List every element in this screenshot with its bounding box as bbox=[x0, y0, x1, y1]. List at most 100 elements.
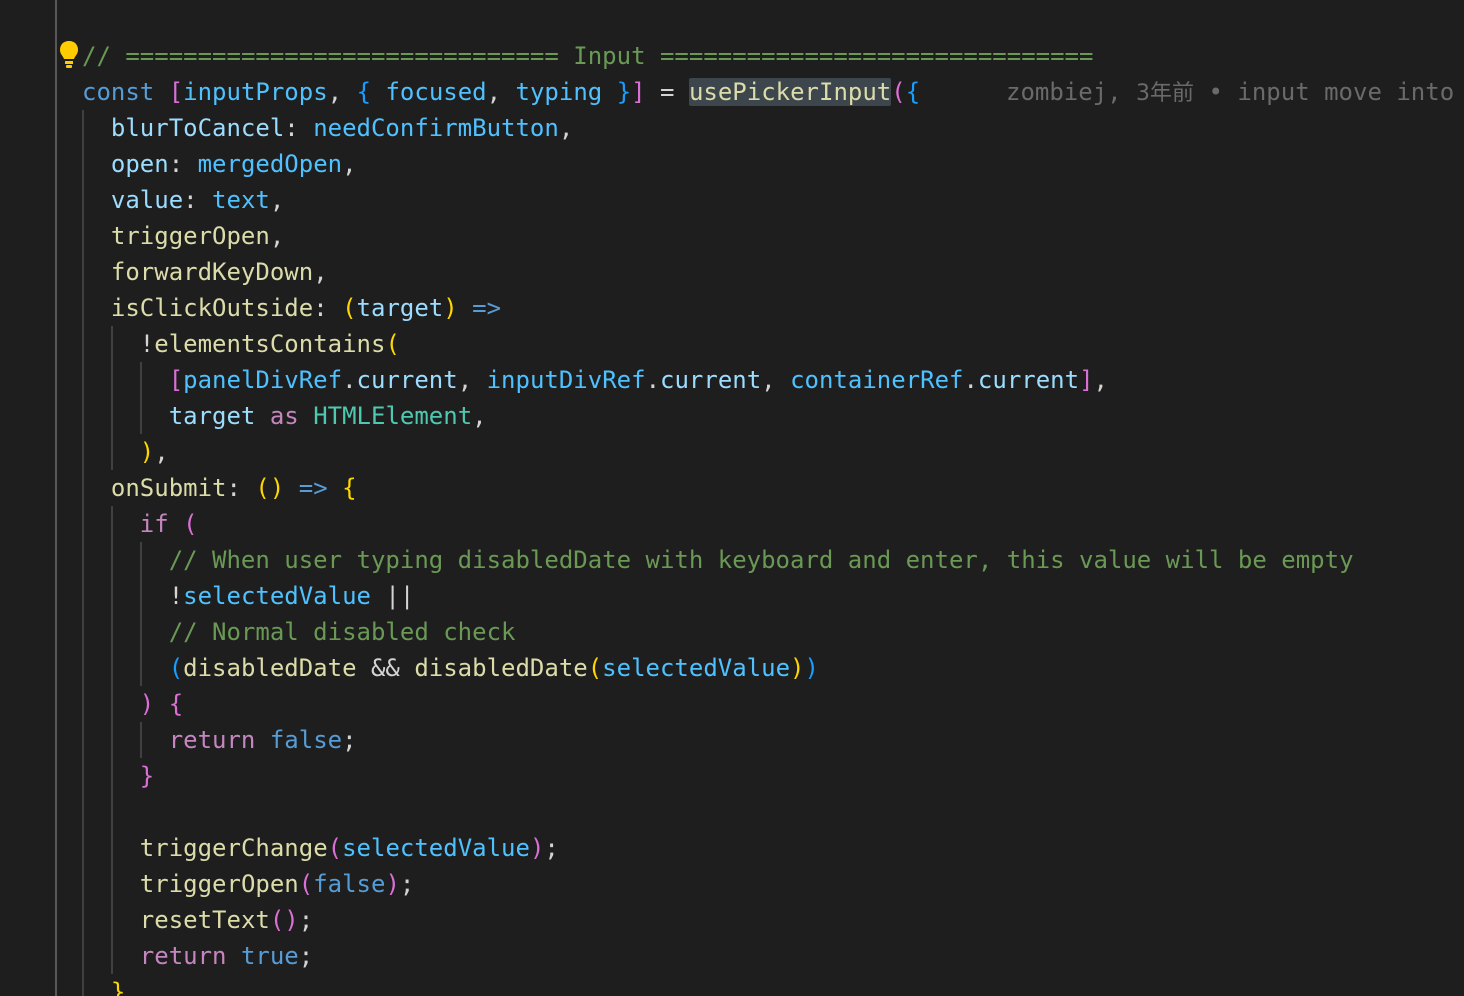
code-token: elementsContains bbox=[154, 330, 386, 358]
code-token: ( bbox=[891, 78, 906, 106]
code-token: false bbox=[313, 870, 386, 898]
code-token: , bbox=[457, 366, 487, 394]
code-token: && bbox=[356, 654, 415, 682]
code-token: target bbox=[168, 402, 256, 430]
lightbulb-icon[interactable] bbox=[58, 40, 80, 70]
code-token: ( bbox=[183, 510, 198, 538]
code-token: , bbox=[269, 222, 285, 250]
code-token: : bbox=[168, 150, 198, 178]
code-line[interactable]: resetText(); bbox=[140, 902, 313, 938]
code-token: disabledDate bbox=[414, 654, 588, 682]
code-token: needConfirmButton bbox=[313, 114, 559, 142]
code-editor[interactable]: // ============================== Input … bbox=[0, 0, 1464, 996]
code-token: const bbox=[82, 78, 155, 106]
code-token: disabledDate bbox=[183, 654, 357, 682]
highlighted-symbol: usePickerInput bbox=[688, 78, 892, 106]
code-token: . bbox=[645, 366, 661, 394]
blame-author: zombiej, bbox=[1006, 78, 1137, 106]
code-token: ! bbox=[139, 330, 155, 358]
code-token: => bbox=[298, 474, 328, 502]
code-token: ) bbox=[139, 438, 155, 466]
code-token: panelDivRef bbox=[183, 366, 343, 394]
code-line[interactable]: value: text, bbox=[111, 182, 284, 218]
code-line[interactable]: return false; bbox=[169, 722, 357, 758]
code-token: , bbox=[269, 186, 285, 214]
code-token: if bbox=[139, 510, 169, 538]
indent-guide bbox=[139, 542, 142, 686]
code-line[interactable]: triggerChange(selectedValue); bbox=[140, 830, 559, 866]
code-token: , bbox=[1093, 366, 1108, 394]
code-token: resetText bbox=[139, 906, 270, 934]
code-line[interactable]: !elementsContains( bbox=[140, 326, 400, 362]
code-token: || bbox=[370, 582, 415, 610]
code-line[interactable]: } bbox=[140, 758, 154, 794]
code-line[interactable]: (disabledDate && disabledDate(selectedVa… bbox=[169, 650, 819, 686]
code-token: { bbox=[342, 474, 357, 502]
code-token: , bbox=[154, 438, 169, 466]
code-token: return bbox=[139, 942, 227, 970]
code-line[interactable]: triggerOpen, bbox=[111, 218, 284, 254]
code-token: current bbox=[356, 366, 458, 394]
code-token: ) bbox=[443, 294, 458, 322]
code-token: [ bbox=[168, 366, 184, 394]
code-line[interactable]: blurToCancel: needConfirmButton, bbox=[111, 110, 573, 146]
code-token: ) bbox=[139, 690, 155, 718]
code-token: ; bbox=[342, 726, 357, 754]
code-token: ; bbox=[298, 942, 314, 970]
code-token: true bbox=[240, 942, 299, 970]
code-token: : bbox=[284, 114, 314, 142]
code-token: , bbox=[313, 258, 328, 286]
code-token: } bbox=[139, 762, 155, 790]
code-line[interactable]: forwardKeyDown, bbox=[111, 254, 328, 290]
code-token: ( bbox=[385, 330, 400, 358]
code-token: ; bbox=[399, 870, 415, 898]
code-token: [ bbox=[168, 78, 184, 106]
code-token: ) bbox=[790, 654, 805, 682]
git-blame-annotation: zombiej, 3年前 • input move into bbox=[1006, 74, 1454, 110]
code-token: containerRef bbox=[790, 366, 964, 394]
code-token: . bbox=[963, 366, 978, 394]
code-token: , bbox=[342, 150, 357, 178]
indent-guide bbox=[110, 506, 113, 974]
blame-separator: • bbox=[1194, 78, 1238, 106]
indent-guide bbox=[139, 722, 142, 758]
code-token: () bbox=[269, 906, 299, 934]
code-token: onSubmit bbox=[110, 474, 227, 502]
code-token: triggerChange bbox=[139, 834, 328, 862]
code-token: forwardKeyDown bbox=[110, 258, 314, 286]
indent-guide bbox=[55, 0, 57, 996]
code-line[interactable]: triggerOpen(false); bbox=[140, 866, 415, 902]
code-token: HTMLElement bbox=[313, 402, 473, 430]
code-line[interactable]: }, bbox=[111, 974, 140, 996]
code-line[interactable]: return true; bbox=[140, 938, 313, 974]
code-token: inputProps bbox=[183, 78, 328, 106]
code-token: , bbox=[761, 366, 791, 394]
code-token: inputDivRef bbox=[486, 366, 646, 394]
code-line[interactable]: // Normal disabled check bbox=[169, 614, 516, 650]
blame-time: 3年前 bbox=[1136, 81, 1195, 106]
code-token: typing bbox=[515, 78, 603, 106]
code-token: current bbox=[977, 366, 1080, 394]
code-token: value bbox=[110, 186, 184, 214]
code-line[interactable]: // ============================== Input … bbox=[82, 38, 1093, 74]
code-token: selectedValue bbox=[342, 834, 530, 862]
code-line[interactable]: !selectedValue || bbox=[169, 578, 415, 614]
code-line[interactable]: const [inputProps, { focused, typing }] … bbox=[82, 74, 920, 110]
code-line[interactable]: onSubmit: () => { bbox=[111, 470, 357, 506]
code-line[interactable]: isClickOutside: (target) => bbox=[111, 290, 501, 326]
code-line[interactable]: if ( bbox=[140, 506, 198, 542]
code-line[interactable]: ) { bbox=[140, 686, 183, 722]
code-line[interactable]: target as HTMLElement, bbox=[169, 398, 487, 434]
code-line[interactable]: open: mergedOpen, bbox=[111, 146, 357, 182]
code-line[interactable]: // When user typing disabledDate with ke… bbox=[169, 542, 1354, 578]
code-line[interactable]: [panelDivRef.current, inputDivRef.curren… bbox=[169, 362, 1108, 398]
code-line[interactable]: ), bbox=[140, 434, 169, 470]
